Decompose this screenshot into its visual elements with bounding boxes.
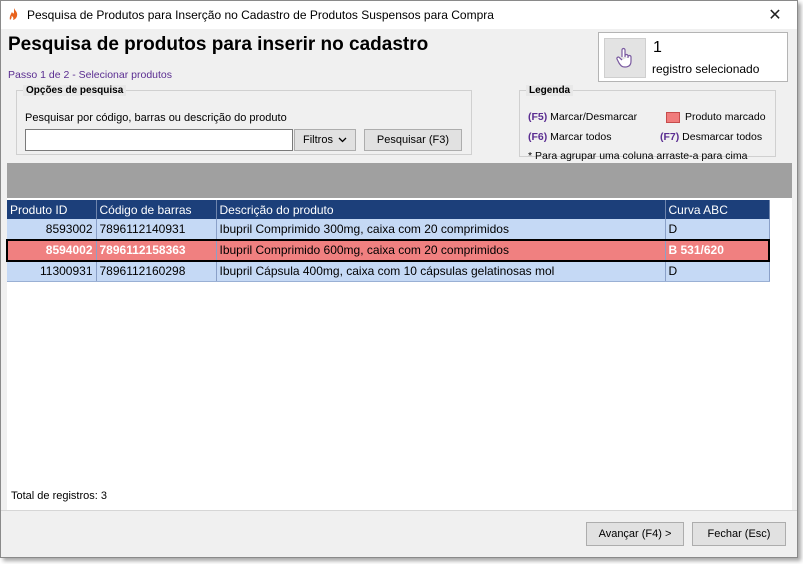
- legend-f5-text: Marcar/Desmarcar: [550, 111, 638, 123]
- legend-marked-text: Produto marcado: [685, 111, 766, 123]
- column-header-barcode[interactable]: Código de barras: [96, 200, 217, 219]
- close-window-button[interactable]: ✕: [753, 1, 797, 29]
- legend-f7-key: (F7): [660, 131, 680, 143]
- legend-marked: Produto marcado: [666, 111, 766, 123]
- cell-description: Ibupril Comprimido 300mg, caixa com 20 c…: [216, 219, 666, 240]
- window-title: Pesquisa de Produtos para Inserção no Ca…: [27, 8, 494, 22]
- selection-counter: 1 registro selecionado: [598, 32, 788, 82]
- column-header-description[interactable]: Descrição do produto: [216, 200, 666, 219]
- filters-dropdown-button[interactable]: Filtros: [294, 129, 356, 151]
- flame-logo-icon: [9, 8, 18, 20]
- title-bar[interactable]: Pesquisa de Produtos para Inserção no Ca…: [1, 1, 797, 29]
- legend-group: Legenda (F5) Marcar/Desmarcar Produto ma…: [519, 85, 776, 162]
- search-options-group: Opções de pesquisa Pesquisar por código,…: [16, 85, 472, 155]
- dialog-window: Pesquisa de Produtos para Inserção no Ca…: [0, 0, 798, 558]
- legend-f6: (F6) Marcar todos: [528, 131, 611, 143]
- group-by-panel[interactable]: [7, 163, 792, 198]
- selected-label: registro selecionado: [652, 62, 760, 76]
- search-options-legend: Opções de pesquisa: [23, 85, 127, 96]
- selected-count: 1: [653, 39, 662, 56]
- cell-barcode: 7896112140931: [96, 219, 217, 240]
- cell-product-id: 8593002: [7, 219, 97, 240]
- cell-product-id: 11300931: [7, 260, 97, 282]
- cell-description: Ibupril Cápsula 400mg, caixa com 10 cáps…: [216, 260, 666, 282]
- filters-label: Filtros: [303, 134, 333, 146]
- legend-note: * Para agrupar uma coluna arraste-a para…: [528, 150, 748, 162]
- legend-f5-key: (F5): [528, 111, 548, 123]
- products-grid: Produto ID Código de barras Descrição do…: [6, 198, 792, 510]
- table-row[interactable]: 11300931 7896112160298 Ibupril Cápsula 4…: [7, 260, 770, 282]
- table-row[interactable]: 8593002 7896112140931 Ibupril Comprimido…: [7, 219, 770, 240]
- search-input[interactable]: [25, 129, 293, 151]
- total-records: Total de registros: 3: [11, 490, 107, 502]
- next-button[interactable]: Avançar (F4) >: [586, 522, 684, 546]
- page-title: Pesquisa de produtos para inserir no cad…: [8, 34, 429, 55]
- search-label: Pesquisar por código, barras ou descriçã…: [25, 112, 287, 124]
- legend-f7-text: Desmarcar todos: [682, 131, 763, 143]
- cell-abc-curve: B 531/620: [665, 239, 770, 261]
- step-indicator: Passo 1 de 2 - Selecionar produtos: [8, 69, 173, 81]
- footer-divider: [1, 510, 797, 511]
- table-header-row: Produto ID Código de barras Descrição do…: [7, 200, 770, 219]
- chevron-down-icon: [338, 137, 347, 143]
- hand-pointer-icon: [604, 38, 646, 78]
- close-button[interactable]: Fechar (Esc): [692, 522, 786, 546]
- table-row-marked[interactable]: 8594002 7896112158363 Ibupril Comprimido…: [6, 238, 770, 262]
- products-table: Produto ID Código de barras Descrição do…: [6, 200, 770, 282]
- marked-color-swatch: [666, 111, 680, 123]
- column-header-product-id[interactable]: Produto ID: [7, 200, 97, 219]
- legend-title: Legenda: [526, 85, 574, 96]
- cell-description: Ibupril Comprimido 600mg, caixa com 20 c…: [216, 239, 666, 261]
- legend-f5: (F5) Marcar/Desmarcar: [528, 111, 637, 123]
- legend-f6-key: (F6): [528, 131, 548, 143]
- cell-abc-curve: D: [665, 260, 770, 282]
- cell-abc-curve: D: [665, 219, 770, 240]
- legend-f6-text: Marcar todos: [550, 131, 612, 143]
- cell-barcode: 7896112158363: [96, 239, 217, 261]
- search-button[interactable]: Pesquisar (F3): [364, 129, 462, 151]
- cell-product-id: 8594002: [7, 239, 97, 261]
- column-header-abc-curve[interactable]: Curva ABC: [665, 200, 770, 219]
- legend-f7: (F7) Desmarcar todos: [660, 131, 762, 143]
- close-icon: ✕: [768, 7, 782, 24]
- cell-barcode: 7896112160298: [96, 260, 217, 282]
